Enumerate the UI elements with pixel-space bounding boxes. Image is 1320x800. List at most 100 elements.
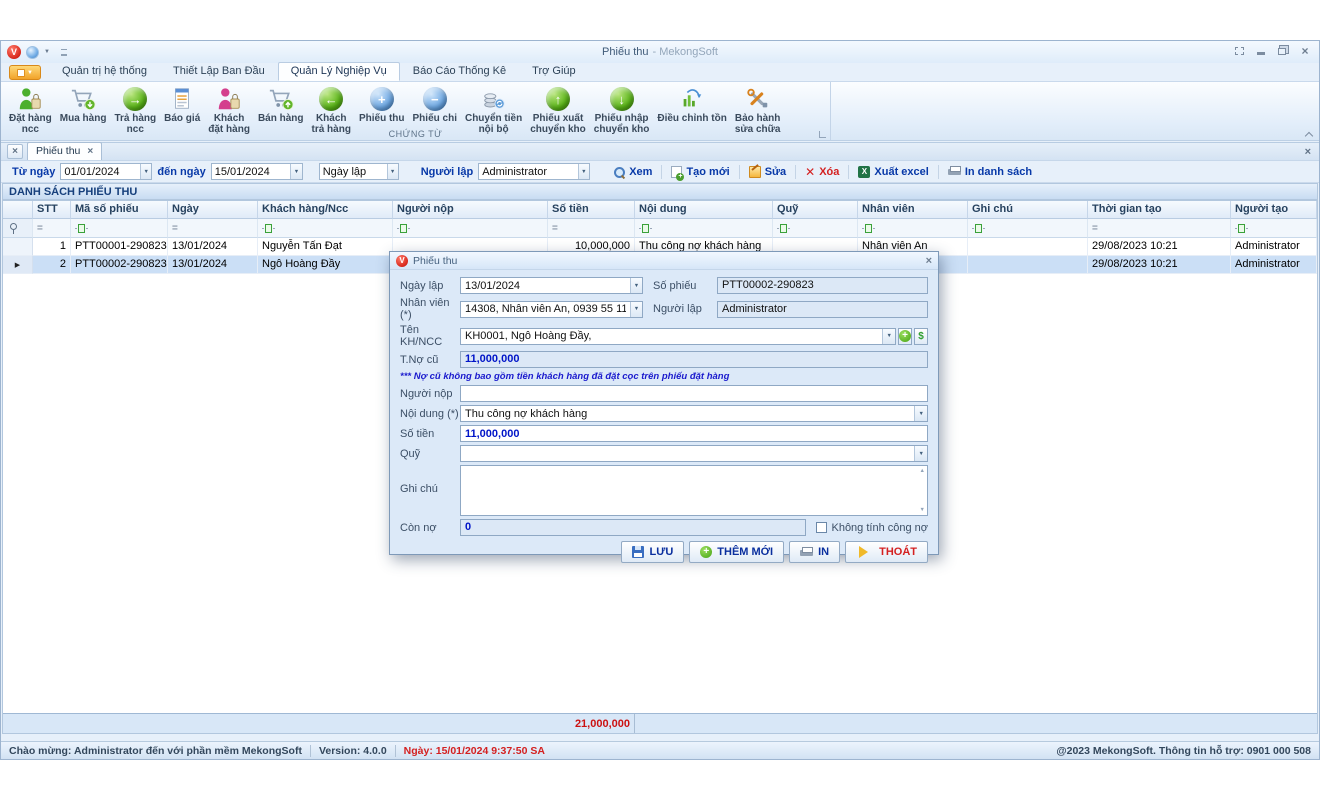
status-date: Ngày: 15/01/2024 9:37:50 SA xyxy=(404,745,545,757)
restore-icon[interactable] xyxy=(1277,45,1289,56)
add-customer-button[interactable]: + xyxy=(898,328,912,345)
tab-quan-ly-nghiep-vu[interactable]: Quản Lý Nghiệp Vụ xyxy=(278,62,400,81)
tab-thiet-lap-ban-dau[interactable]: Thiết Lập Ban Đầu xyxy=(160,62,278,81)
so-tien-input[interactable] xyxy=(460,425,928,442)
ngay-lap-combo[interactable]: ▼ xyxy=(460,277,643,294)
ghi-chu-textarea[interactable]: ▲ ▼ xyxy=(460,465,928,516)
col-khach-hang[interactable]: Khách hàng/Ncc xyxy=(258,201,393,219)
col-nhan-vien[interactable]: Nhân viên xyxy=(858,201,968,219)
print-list-button[interactable]: In danh sách xyxy=(939,164,1041,180)
ghi-chu-field[interactable] xyxy=(461,466,927,515)
quy-field[interactable] xyxy=(461,446,914,461)
col-ghi-chu[interactable]: Ghi chú xyxy=(968,201,1088,219)
quy-combo[interactable]: ▼ xyxy=(460,445,928,462)
col-nguoi-tao[interactable]: Người tạo xyxy=(1231,201,1317,219)
col-ma-so-phieu[interactable]: Mã số phiếu xyxy=(71,201,168,219)
checkbox-icon[interactable] xyxy=(816,522,827,533)
close-icon[interactable]: × xyxy=(1299,45,1311,56)
qat-customize-icon[interactable] xyxy=(61,49,67,56)
ten-kh-field[interactable] xyxy=(461,329,882,344)
to-date-input[interactable]: ▼ xyxy=(211,163,303,180)
to-date-field[interactable] xyxy=(212,164,291,179)
ngay-lap-field[interactable] xyxy=(461,278,630,293)
date-type-combo[interactable]: ▼ xyxy=(319,163,399,180)
so-tien-field[interactable] xyxy=(461,426,927,441)
doc-tab-phieu-thu[interactable]: Phiếu thu × xyxy=(27,142,102,160)
quy-dropdown-icon[interactable]: ▼ xyxy=(914,446,927,461)
from-date-field[interactable] xyxy=(61,164,140,179)
from-date-input[interactable]: ▼ xyxy=(60,163,152,180)
creator-combo[interactable]: ▼ xyxy=(478,163,590,180)
fit-window-icon[interactable] xyxy=(1233,45,1245,56)
chevron-down-icon[interactable]: ▼ xyxy=(44,49,50,55)
save-button[interactable]: LƯU xyxy=(621,541,684,563)
col-thoi-gian-tao[interactable]: Thời gian tạo xyxy=(1088,201,1231,219)
edit-button[interactable]: Sửa xyxy=(740,164,795,180)
window-title-suffix: - MekongSoft xyxy=(653,46,718,58)
app-logo-icon[interactable]: V xyxy=(7,45,21,59)
ribbon-collapse-icon[interactable] xyxy=(1305,132,1313,137)
col-ngay[interactable]: Ngày xyxy=(168,201,258,219)
filter-text-icon xyxy=(862,224,875,233)
noi-dung-combo[interactable]: ▼ xyxy=(460,405,928,422)
col-quy[interactable]: Quỹ xyxy=(773,201,858,219)
coins-transfer-icon xyxy=(481,85,507,113)
print-button[interactable]: IN xyxy=(789,541,840,563)
nhan-vien-dropdown-icon[interactable]: ▼ xyxy=(630,302,642,317)
ribbon-button-phieu-thu[interactable]: + Phiếu thu xyxy=(355,84,409,125)
ribbon-button-phieu-chi[interactable]: − Phiếu chi xyxy=(409,84,461,125)
col-so-tien[interactable]: Số tiền xyxy=(548,201,635,219)
nguoi-nop-input[interactable] xyxy=(460,385,928,402)
export-excel-button[interactable]: XXuất excel xyxy=(849,164,937,180)
ngay-lap-dropdown-icon[interactable]: ▼ xyxy=(630,278,642,293)
so-phieu-label: Số phiếu xyxy=(653,280,717,292)
dialog-close-icon[interactable]: × xyxy=(926,255,932,267)
ribbon-button-dieu-chinh-ton[interactable]: Điều chỉnh tồn xyxy=(653,84,730,125)
tab-tro-giup[interactable]: Trợ Giúp xyxy=(519,62,588,81)
col-stt[interactable]: STT xyxy=(33,201,71,219)
scroll-up-icon[interactable]: ▲ xyxy=(920,468,925,474)
application-menu-button[interactable]: ▼ xyxy=(9,65,41,80)
add-new-button[interactable]: +THÊM MỚI xyxy=(689,541,784,563)
creator-dropdown-icon[interactable]: ▼ xyxy=(578,164,590,179)
khong-tinh-cong-no-checkbox[interactable]: Không tính công nợ xyxy=(816,522,928,534)
user-sphere-icon[interactable] xyxy=(26,46,39,59)
date-type-field[interactable] xyxy=(320,164,387,179)
ten-kh-combo[interactable]: ▼ xyxy=(460,328,896,345)
exit-button[interactable]: THOÁT xyxy=(845,541,928,563)
ribbon-button-mua-hang[interactable]: Mua hàng xyxy=(56,84,111,125)
warehouse-in-arrow-icon: ↓ xyxy=(610,85,634,113)
tabstrip-close-button[interactable]: × xyxy=(7,144,23,159)
dialog-title-bar[interactable]: V Phiếu thu × xyxy=(390,252,938,270)
date-type-dropdown-icon[interactable]: ▼ xyxy=(387,164,398,179)
nguoi-nop-field[interactable] xyxy=(461,386,927,401)
filter-row-pin-icon xyxy=(7,222,17,235)
ten-kh-dropdown-icon[interactable]: ▼ xyxy=(882,329,895,344)
nhan-vien-field[interactable] xyxy=(461,302,630,317)
delete-button[interactable]: ✕Xóa xyxy=(796,164,848,180)
minimize-icon[interactable] xyxy=(1255,45,1267,56)
view-button[interactable]: Xem xyxy=(604,164,661,180)
grid-filter-row[interactable]: = = = = xyxy=(3,219,1317,238)
ribbon-button-ban-hang[interactable]: Bán hàng xyxy=(254,84,308,125)
noi-dung-dropdown-icon[interactable]: ▼ xyxy=(914,406,927,421)
so-phieu-value: PTT00002-290823 xyxy=(717,277,928,294)
noi-dung-field[interactable] xyxy=(461,406,914,421)
create-new-button[interactable]: Tạo mới xyxy=(662,164,738,180)
doc-tab-close-icon[interactable]: × xyxy=(87,146,93,157)
nhan-vien-combo[interactable]: ▼ xyxy=(460,301,643,318)
no-cu-label: T.Nợ cũ xyxy=(400,354,460,366)
scroll-down-icon[interactable]: ▼ xyxy=(920,507,925,513)
creator-field[interactable] xyxy=(479,164,577,179)
col-noi-dung[interactable]: Nội dung xyxy=(635,201,773,219)
group-dialog-launcher-icon[interactable] xyxy=(819,131,826,138)
ribbon-button-bao-gia[interactable]: Báo giá xyxy=(160,84,204,125)
to-date-dropdown-icon[interactable]: ▼ xyxy=(290,164,301,179)
edit-pencil-icon xyxy=(749,166,761,178)
col-nguoi-nop[interactable]: Người nộp xyxy=(393,201,548,219)
tab-bao-cao-thong-ke[interactable]: Báo Cáo Thống Kê xyxy=(400,62,519,81)
refresh-debt-button[interactable]: $ xyxy=(914,328,928,345)
from-date-dropdown-icon[interactable]: ▼ xyxy=(140,164,151,179)
tab-quan-tri-he-thong[interactable]: Quản trị hệ thống xyxy=(49,62,160,81)
tabstrip-close-right-icon[interactable]: × xyxy=(1305,146,1311,158)
